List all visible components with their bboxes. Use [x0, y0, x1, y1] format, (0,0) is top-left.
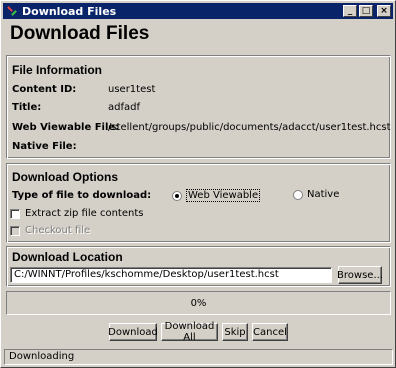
content-id-label: Content ID:	[12, 84, 77, 95]
maximize-button[interactable]: □	[359, 5, 373, 17]
radio-web-viewable-indicator[interactable]	[172, 190, 182, 201]
title-bar[interactable]: Download Files _ □ ×	[3, 3, 393, 19]
status-bar: Downloading	[4, 349, 393, 365]
download-location-panel: Download Location C:/WINNT/Profiles/ksch…	[6, 246, 391, 287]
content-id-value: user1test	[108, 84, 156, 95]
close-button[interactable]: ×	[377, 5, 391, 17]
file-type-label: Type of file to download:	[12, 190, 152, 201]
download-files-window: Download Files _ □ × Download Files File…	[0, 0, 396, 368]
download-progress-bar: 0%	[6, 291, 391, 315]
download-path-input[interactable]: C:/WINNT/Profiles/kschomme/Desktop/user1…	[10, 267, 332, 283]
checkout-file-checkbox-box	[10, 225, 20, 236]
web-viewable-file-value: /stellent/groups/public/documents/adacct…	[108, 122, 391, 133]
page-title: Download Files	[10, 23, 150, 44]
web-viewable-file-label: Web Viewable File:	[12, 122, 120, 133]
file-information-heading: File Information	[12, 63, 102, 77]
extract-zip-checkbox-box[interactable]	[10, 208, 20, 219]
progress-percent: 0%	[190, 297, 207, 309]
window-controls: _ □ ×	[343, 5, 391, 17]
title-label: Title:	[12, 102, 42, 113]
download-all-button[interactable]: Download All	[161, 321, 218, 343]
file-information-panel: File Information Content ID: user1test T…	[6, 55, 391, 159]
radio-native-label: Native	[307, 189, 340, 200]
radio-native[interactable]: Native	[293, 189, 339, 200]
browse-button[interactable]: Browse...	[337, 266, 383, 284]
extract-zip-checkbox[interactable]: Extract zip file contents	[10, 208, 143, 219]
app-icon	[6, 5, 18, 17]
radio-web-viewable[interactable]: Web Viewable	[172, 189, 261, 202]
minimize-button[interactable]: _	[343, 5, 357, 17]
title-value: adfadf	[108, 102, 140, 113]
download-options-heading: Download Options	[12, 170, 118, 184]
native-file-label: Native File:	[12, 141, 77, 152]
download-options-panel: Download Options Type of file to downloa…	[6, 163, 391, 243]
skip-button[interactable]: Skip	[222, 323, 248, 341]
checkout-file-checkbox: Checkout file	[10, 225, 90, 236]
radio-web-viewable-label: Web Viewable	[186, 189, 261, 202]
download-button[interactable]: Download	[108, 323, 158, 341]
extract-zip-label: Extract zip file contents	[25, 208, 144, 219]
window-title: Download Files	[22, 4, 117, 18]
radio-native-indicator[interactable]	[293, 189, 303, 200]
checkout-file-label: Checkout file	[25, 225, 91, 236]
cancel-button[interactable]: Cancel	[252, 323, 288, 341]
download-location-heading: Download Location	[12, 250, 123, 264]
